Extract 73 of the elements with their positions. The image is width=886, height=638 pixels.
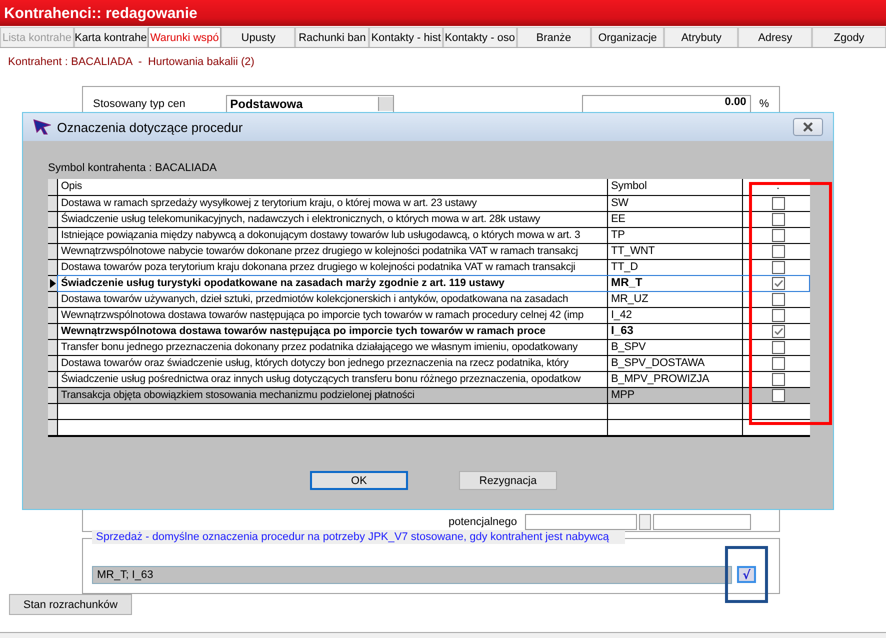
checkbox[interactable] [772,277,784,290]
table-cell: MPP [608,388,743,403]
group-legend: Sprzedaż - domyślne oznaczenia procedur na potrzeby JPK_V7 stosowane, gdy kontrahent jest nabywcą [92,530,626,544]
checkbox[interactable] [772,229,784,242]
tab[interactable]: Organizacje [590,27,664,47]
tab[interactable]: Rachunki ban [295,27,370,47]
settlements-button[interactable]: Stan rozrachunków [9,594,132,615]
table-cell: B_SPV_DOSTAWA [608,356,743,371]
close-button[interactable] [793,118,823,136]
checkbox[interactable] [772,389,784,402]
table-cell: I_42 [608,308,743,323]
checkbox[interactable] [772,245,784,258]
table-cell: Istniejące powiązania między nabywcą a dokonującym dostawy towarów lub usługodawcą, o których mowa w art. 3 [58,228,608,243]
table-cell: Dostawa towarów oraz świadczenie usług, których dotyczy bon jednego przeznaczenia na rzecz podatnika, który [58,356,608,371]
cursor-icon [33,119,51,135]
column-header: . [776,179,780,194]
column-header: Symbol [608,179,743,195]
table-cell: Wewnątrzwspólnotowe nabycie towarów dokonane przez drugiego w kolejności podatnika VAT w ramach transakcj [58,244,608,259]
contractor-label: Kontrahent : BACALIADA - Hurtowania bakalii (2) [8,56,256,70]
checkbox[interactable] [772,309,784,322]
table-cell: Dostawa towarów poza terytorium kraju dokonana przez drugiego w kolejności podatnika VAT w ramach transakcji [58,260,608,275]
table-cell: Wewnątrzwspólnotowa dostawa towarów następująca po imporcie tych towarów w ramach proce [58,324,608,339]
selected-row[interactable]: Transakcja objęta obowiązkiem stosowania mechanizmu podzielonej płatności MPP [48,388,810,404]
table-cell: EE [608,212,743,227]
checkbox[interactable] [772,293,784,306]
checkbox[interactable] [772,341,784,354]
table-cell: Świadczenie usług pośrednictwa oraz innych usług dotyczących transferu bonu różnego przeznaczenia, opodatkow [58,372,608,387]
tab[interactable]: Adresy [738,27,812,47]
column-header: Opis [58,179,608,195]
table-cell: MR_T [608,276,743,291]
tab[interactable]: Kontakty - hist [369,27,443,47]
close-icon[interactable] [802,122,814,132]
window-title: Kontrahenci:: redagowanie [4,4,198,22]
percent-unit: % [759,98,769,110]
table-cell: TT_WNT [608,244,743,259]
tab[interactable]: Upusty [221,27,296,47]
table-cell: TP [608,228,743,243]
table-cell: Dostawa towarów używanych, dzieł sztuki, przedmiotów kolekcjonerskich i antyków, opodatkowana na zasadach [58,292,608,307]
table-cell: Wewnątrzwspólnotowa dostawa towarów następująca po imporcie tych towarów w ramach procedury celnej 42 (imp [58,308,608,323]
table-cell: B_SPV [608,340,743,355]
procedures-field[interactable]: MR_T; I_63 [92,566,732,584]
tab[interactable]: Warunki wspó [148,27,222,47]
tab[interactable]: Atrybuty [664,27,738,47]
checkbox[interactable] [772,261,784,274]
table-cell: Dostawa w ramach sprzedaży wysyłkowej z terytorium kraju, o której mowa w art. 23 ustawy [58,196,608,211]
table-cell: B_MPV_PROWIZJA [608,372,743,387]
tab[interactable]: Karta kontrahe [74,27,148,47]
symbol-label: Symbol kontrahenta : BACALIADA [48,162,218,176]
checkbox[interactable] [772,213,784,226]
checkbox[interactable] [772,325,784,338]
tab[interactable]: Branże [516,27,591,47]
table-cell: MR_UZ [608,292,743,307]
price-type-label: Stosowany typ cen [93,98,186,110]
potential-label: potencjalnego [448,516,517,528]
table-cell: Świadczenie usług turystyki opodatkowane na zasadach marży zgodnie z art. 119 ustawy [58,276,608,291]
table-cell: Transakcja objęta obowiązkiem stosowania mechanizmu podzielonej płatności [58,388,608,403]
cancel-button[interactable]: Rezygnacja [459,471,557,490]
table-cell: SW [608,196,743,211]
tab[interactable]: Kontakty - oso [442,27,517,47]
check-button[interactable]: √ [737,566,756,583]
input-field[interactable] [653,514,751,530]
checkbox[interactable] [772,357,784,370]
checkbox[interactable] [772,373,784,386]
checkbox[interactable] [772,197,784,210]
dialog-title: Oznaczenia dotyczące procedur [57,120,243,134]
tab[interactable]: Zgody [812,27,886,47]
table-cell: TT_D [608,260,743,275]
dropdown-value: Podstawowa [229,97,304,111]
input-field[interactable] [525,514,637,530]
table-cell: Świadczenie usług telekomunikacyjnych, nadawczych i elektronicznych, o których mowa w art. 28k ustawy [58,212,608,227]
table-cell: Transfer bonu jednego przeznaczenia dokonany przez podatnika działającego we własnym imieniu, opodatkowany [58,340,608,355]
ok-button[interactable]: OK [310,471,408,490]
table-cell: I_63 [608,324,743,339]
